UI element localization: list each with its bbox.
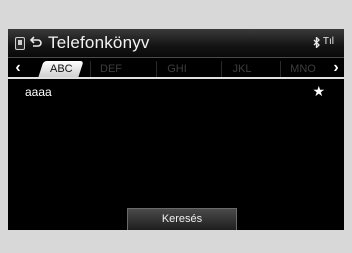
phone-icon bbox=[15, 37, 25, 50]
contact-name: aaaa bbox=[25, 85, 52, 99]
tab-abc[interactable]: ABC bbox=[38, 61, 84, 77]
tab-label: DEF bbox=[100, 63, 122, 75]
favorite-star-icon: ★ bbox=[312, 83, 325, 99]
contact-row[interactable]: aaaa ★ bbox=[8, 81, 344, 103]
signal-label: Tıl bbox=[322, 36, 334, 47]
tab-prev-arrow[interactable]: ‹ bbox=[11, 59, 25, 77]
phonebook-screen: Telefonkönyv Tıl ‹ ABC DEF GHI JKL MNO ›… bbox=[8, 29, 344, 230]
header-bar: Telefonkönyv Tıl bbox=[8, 29, 344, 58]
tab-jkl[interactable]: JKL bbox=[221, 61, 262, 77]
page-title: Telefonkönyv bbox=[48, 33, 150, 52]
tab-label: JKL bbox=[232, 63, 252, 75]
tab-label: ABC bbox=[49, 63, 73, 75]
tab-mno[interactable]: MNO bbox=[280, 61, 325, 77]
alphabet-tabs: ‹ ABC DEF GHI JKL MNO › bbox=[8, 59, 344, 79]
tab-label: GHI bbox=[167, 63, 187, 75]
tab-def[interactable]: DEF bbox=[90, 61, 131, 77]
tab-label: MNO bbox=[290, 63, 316, 75]
tab-next-arrow[interactable]: › bbox=[329, 59, 343, 77]
bluetooth-icon bbox=[313, 36, 320, 48]
search-button[interactable]: Keresés bbox=[127, 208, 237, 230]
back-arrow-icon bbox=[29, 36, 42, 47]
tab-ghi[interactable]: GHI bbox=[156, 61, 197, 77]
status-indicators: Tıl bbox=[313, 36, 334, 48]
back-icon[interactable] bbox=[29, 34, 43, 50]
